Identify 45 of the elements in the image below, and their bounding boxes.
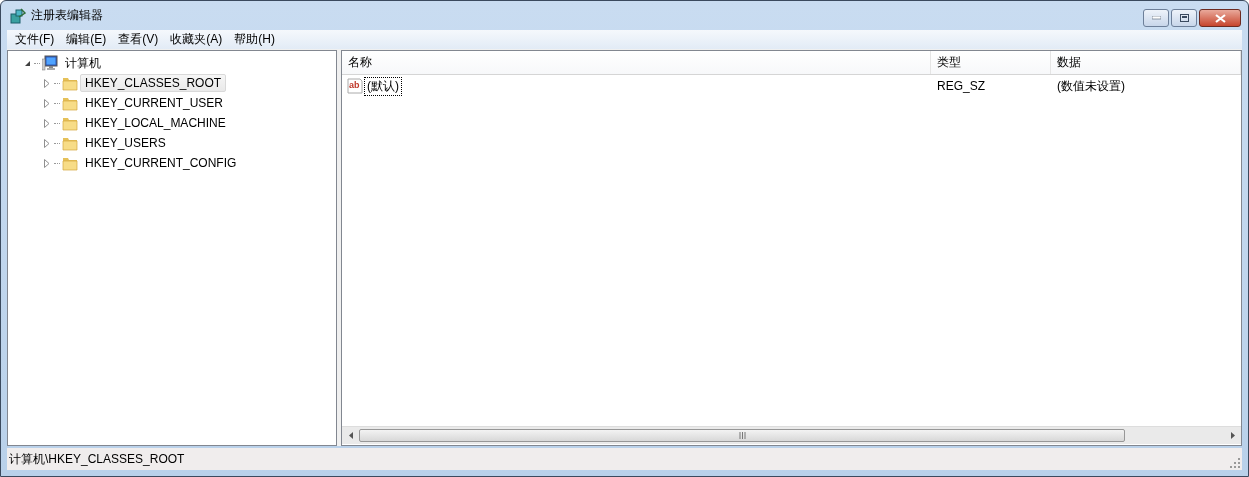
scrollbar-thumb[interactable] xyxy=(359,429,1125,442)
tree-item[interactable]: HKEY_CURRENT_USER xyxy=(80,94,229,112)
window-title: 注册表编辑器 xyxy=(31,7,103,24)
expand-arrow-icon[interactable] xyxy=(44,78,50,88)
tree-item[interactable]: HKEY_LOCAL_MACHINE xyxy=(80,114,231,132)
expand-arrow-icon[interactable] xyxy=(44,98,50,108)
menu-item[interactable]: 查看(V) xyxy=(112,31,165,48)
close-icon xyxy=(1214,13,1226,23)
grip-icon xyxy=(738,432,746,439)
tree-item[interactable]: HKEY_CLASSES_ROOT xyxy=(80,74,227,92)
value-type: REG_SZ xyxy=(936,79,986,93)
close-button[interactable] xyxy=(1199,9,1241,27)
folder-icon xyxy=(62,155,78,171)
expand-arrow-icon[interactable] xyxy=(44,138,50,148)
app-icon xyxy=(10,7,26,24)
menu-item[interactable]: 收藏夹(A) xyxy=(164,31,229,48)
tree-item[interactable]: 计算机 xyxy=(60,52,106,74)
resize-grip-icon[interactable] xyxy=(1230,458,1240,468)
column-header[interactable]: 数据 xyxy=(1051,51,1241,74)
menu-item[interactable]: 帮助(H) xyxy=(228,31,281,48)
string-value-icon: ab xyxy=(347,78,363,94)
menu-item[interactable]: 文件(F) xyxy=(9,31,61,48)
folder-icon xyxy=(62,115,78,131)
tree-item[interactable]: HKEY_CURRENT_CONFIG xyxy=(80,154,242,172)
value-name[interactable]: (默认) xyxy=(364,76,402,96)
menu-item[interactable]: 编辑(E) xyxy=(60,31,113,48)
scroll-right-icon[interactable] xyxy=(1230,432,1235,439)
column-header[interactable]: 名称 xyxy=(342,51,931,74)
folder-icon xyxy=(62,95,78,111)
horizontal-scrollbar[interactable] xyxy=(342,426,1241,444)
value-data: (数值未设置) xyxy=(1056,77,1126,95)
tree-item[interactable]: HKEY_USERS xyxy=(80,134,171,152)
maximize-icon xyxy=(1179,14,1189,22)
expand-arrow-icon[interactable] xyxy=(44,158,50,168)
minimize-button[interactable] xyxy=(1143,9,1169,27)
folder-icon xyxy=(62,75,78,91)
status-text: 计算机\HKEY_CLASSES_ROOT xyxy=(9,450,185,468)
expand-arrow-icon[interactable] xyxy=(44,118,50,128)
collapse-arrow-icon[interactable] xyxy=(23,59,31,67)
folder-icon xyxy=(62,135,78,151)
computer-icon xyxy=(42,55,58,71)
column-header[interactable]: 类型 xyxy=(931,51,1051,74)
scroll-left-icon[interactable] xyxy=(348,432,353,439)
maximize-button[interactable] xyxy=(1171,9,1197,27)
minimize-icon xyxy=(1151,16,1161,20)
